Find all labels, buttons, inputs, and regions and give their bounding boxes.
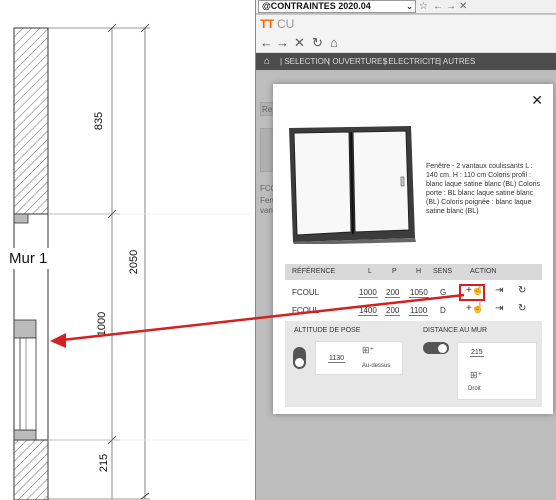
toggle-knob: [295, 358, 304, 367]
distance-value[interactable]: 215: [470, 349, 484, 357]
menu-item-autres[interactable]: | AUTRES: [439, 53, 475, 70]
menu-home-icon[interactable]: ⌂: [264, 53, 270, 70]
cell-h[interactable]: 1100: [409, 306, 429, 316]
altitude-title: ALTITUDE DE POSE: [294, 327, 361, 334]
action-highlight-box: [459, 284, 485, 301]
menu-bar: ⌂ | SELECTION | OUVERTURES | ELECTRICITE…: [256, 53, 556, 70]
distance-option-label: Droit: [468, 386, 481, 392]
menu-item-ouvertures[interactable]: | OUVERTURES: [328, 53, 388, 70]
forward-arrow-icon[interactable]: →: [276, 35, 289, 50]
cad-drawing-view[interactable]: 835 1000 215 2050 Mur 1: [0, 0, 255, 500]
url-field[interactable]: @CONTRAINTES 2020.04 ⌄: [258, 0, 416, 13]
close-icon[interactable]: ✕: [294, 35, 305, 50]
header-action: ACTION: [470, 268, 497, 275]
align-right-icon[interactable]: ⊞⁺: [470, 370, 482, 381]
toggle-knob: [438, 343, 447, 353]
table-row[interactable]: FCOUL 1000 200 1050 G +☝ ⇥ ↻: [285, 283, 542, 301]
back-arrow-icon[interactable]: ←: [260, 35, 273, 50]
menu-item-selection-label: SELECTION: [284, 57, 330, 66]
menu-item-electricite[interactable]: | ELECTRICITE: [384, 53, 440, 70]
header-h: H: [416, 268, 422, 275]
bg-tab: Re: [260, 102, 274, 116]
refresh-icon[interactable]: ↻: [312, 35, 323, 50]
bg-text-1: Fen: [260, 196, 274, 205]
altitude-toggle[interactable]: [293, 347, 306, 369]
modal-close-button[interactable]: ✕: [531, 92, 543, 109]
url-text: @CONTRAINTES 2020.04: [262, 1, 371, 11]
align-top-icon[interactable]: ⊞⁺: [362, 345, 374, 356]
insert-icon[interactable]: ⇥: [495, 285, 503, 296]
wall-section-top: [13, 27, 49, 215]
header-p: P: [392, 268, 397, 275]
dimension-top-label: 835: [93, 111, 106, 131]
altitude-card: 1130 ⊞⁺ Au-dessus: [315, 341, 403, 375]
dimension-total-label: 2050: [128, 249, 141, 275]
table-header: RÉFÉRENCE L P H SENS ACTION: [285, 264, 542, 280]
cell-ref: FCOUL: [292, 288, 320, 297]
star-icon[interactable]: ☆: [419, 0, 428, 13]
back-icon[interactable]: ←: [433, 0, 443, 13]
place-item-icon[interactable]: +☝: [466, 303, 484, 314]
close-icon[interactable]: ✕: [459, 0, 467, 13]
distance-title: DISTANCE AU MUR: [423, 327, 488, 334]
plugin-panel: @CONTRAINTES 2020.04 ⌄ ☆ ← → ✕ TT CU ← →…: [255, 0, 556, 500]
header-sens: SENS: [433, 268, 453, 275]
wall-label: Mur 1: [6, 248, 51, 269]
menu-item-autres-label: AUTRES: [442, 57, 476, 66]
cell-sens[interactable]: G: [439, 288, 448, 298]
header-l: L: [368, 268, 372, 275]
altitude-value[interactable]: 1130: [328, 355, 346, 363]
logo-secondary: CU: [277, 17, 295, 31]
wall-section-bottom: [13, 439, 49, 500]
product-description: Fenêtre - 2 vantaux coulissants L : 140 …: [426, 163, 541, 215]
cell-p[interactable]: 200: [385, 288, 401, 298]
logo-primary: TT: [260, 17, 274, 31]
forward-icon[interactable]: →: [446, 0, 456, 13]
app-nav-row: ← → ✕ ↻ ⌂: [256, 33, 556, 53]
bg-thumbnail: [260, 128, 274, 172]
app-logo-row: TT CU: [256, 15, 556, 33]
window-opening: [19, 337, 37, 431]
browser-top-bar: @CONTRAINTES 2020.04 ⌄ ☆ ← → ✕: [256, 0, 556, 14]
distance-card: 215 ⊞⁺ Droit: [457, 342, 537, 400]
menu-item-ouvertures-label: OUVERTURES: [332, 57, 388, 66]
cell-ref: FCOUL: [292, 306, 320, 315]
window-product-image: [289, 126, 416, 244]
cell-p[interactable]: 200: [385, 306, 401, 316]
dimension-middle-label: 1000: [96, 311, 109, 337]
menu-item-electricite-label: ELECTRICITE: [388, 57, 441, 66]
rotate-icon[interactable]: ↻: [518, 285, 526, 296]
cell-l[interactable]: 1400: [358, 306, 378, 316]
home-icon[interactable]: ⌂: [330, 35, 338, 50]
distance-toggle[interactable]: [423, 342, 449, 354]
chevron-down-icon[interactable]: ⌄: [406, 1, 413, 12]
placement-options: ALTITUDE DE POSE 1130 ⊞⁺ Au-dessus DISTA…: [285, 321, 542, 407]
bg-tab-label: Re: [262, 105, 273, 114]
dimension-bottom-label: 215: [98, 453, 111, 473]
insert-icon[interactable]: ⇥: [495, 303, 503, 314]
altitude-option-label: Au-dessus: [362, 363, 391, 369]
cell-l[interactable]: 1000: [358, 288, 378, 298]
bg-text-2: van: [260, 206, 273, 215]
cell-sens[interactable]: D: [440, 306, 446, 315]
menu-item-selection[interactable]: | SELECTION: [280, 53, 330, 70]
rotate-icon[interactable]: ↻: [518, 303, 526, 314]
cell-h[interactable]: 1050: [409, 288, 429, 298]
table-row[interactable]: FCOUL 1400 200 1100 D +☝ ⇥ ↻: [285, 301, 542, 319]
product-modal: ✕ Fenêtre - 2 vantaux coulissants L : 14…: [273, 84, 553, 414]
header-reference: RÉFÉRENCE: [292, 268, 336, 275]
